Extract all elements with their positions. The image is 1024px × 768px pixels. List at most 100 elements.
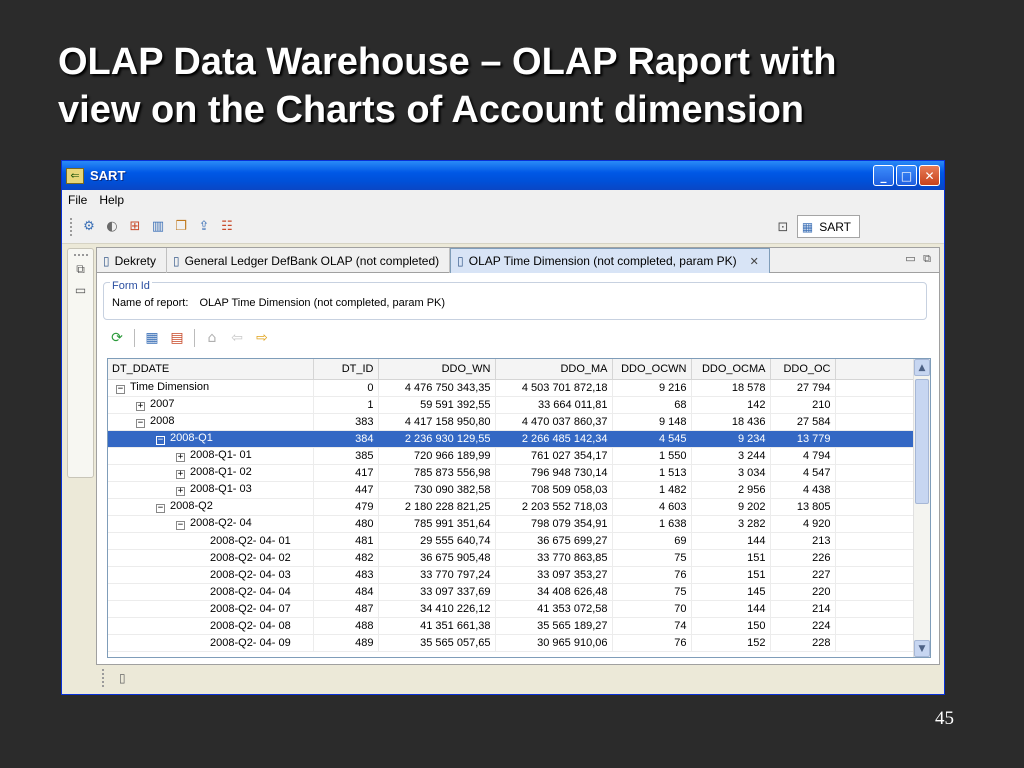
tab-olap-time-dimension[interactable]: ▯ OLAP Time Dimension (not completed, pa… [450,248,770,273]
tree-cell[interactable]: −2008-Q2 [108,498,314,516]
tree-cell[interactable]: +2008-Q1- 02 [108,464,314,482]
scroll-down-icon[interactable]: ▼ [914,640,930,657]
tree-structure-icon[interactable]: ⊞ [125,218,145,236]
table-row[interactable]: 2008-Q2- 04- 07 487 34 410 226,12 41 353 07… [108,600,915,618]
tree-cell[interactable]: − Time Dimension [108,379,314,397]
gear-icon[interactable]: ⚙ [79,218,99,236]
table-cell: 3 282 [691,515,771,533]
collapse-icon[interactable]: − [156,436,165,445]
tree-cell[interactable]: 2008-Q2- 04- 02 [108,549,314,567]
collapse-icon[interactable]: − [176,521,185,530]
tab-general-ledger[interactable]: ▯ General Ledger DefBank OLAP (not compl… [167,248,451,273]
tree-cell[interactable]: −2008-Q2- 04 [108,515,314,533]
slide-title-line-1: OLAP Data Warehouse – OLAP Raport with [58,41,837,83]
columns-icon[interactable]: ▥ [148,218,168,236]
table-cell: 33 097 337,69 [378,583,496,601]
tree-cell[interactable]: −2008 [108,413,314,431]
vertical-scrollbar[interactable]: ▲ ▼ [913,359,930,657]
column-header[interactable]: DT_DDATE [108,359,314,380]
window-titlebar[interactable]: ⇐ SART _ □ ✕ [62,161,944,190]
tree-cell[interactable]: +2007 [108,396,314,414]
tree-cell[interactable]: −2008-Q1 [108,430,314,448]
maximize-view-icon[interactable]: ⧉ [923,252,931,265]
tree-cell[interactable]: 2008-Q2- 04- 01 [108,532,314,550]
fast-view-icon[interactable]: ▯ [119,671,126,685]
table-row[interactable]: +2008-Q1- 03 447 730 090 382,58 708 509 058… [108,481,915,499]
scroll-up-icon[interactable]: ▲ [914,359,930,376]
table-row[interactable]: 2008-Q2- 04- 08 488 41 351 661,38 35 565 18… [108,617,915,635]
gif-icon[interactable]: ◐ [102,218,122,236]
collapse-icon[interactable]: − [116,385,125,394]
column-header[interactable]: DDO_MA [495,359,613,380]
table-cell-filler [835,447,915,465]
tree-cell[interactable]: +2008-Q1- 01 [108,447,314,465]
column-header[interactable]: DDO_OC [770,359,836,380]
table-cell: 27 584 [770,413,836,431]
home-icon[interactable]: ⌂ [202,328,222,348]
column-header[interactable]: DDO_OCMA [691,359,771,380]
expand-icon[interactable]: + [136,402,145,411]
view-icon[interactable]: ▭ [68,283,93,297]
forward-arrow-icon[interactable]: ⇨ [252,328,272,348]
minimize-icon[interactable]: _ [873,165,894,186]
tree-cell[interactable]: 2008-Q2- 04- 04 [108,583,314,601]
close-icon[interactable]: ✕ [919,165,940,186]
tree-cell[interactable]: 2008-Q2- 04- 03 [108,566,314,584]
menu-file[interactable]: File [68,193,87,207]
tree-node-label: 2008 [150,415,175,427]
expand-icon[interactable]: + [176,453,185,462]
chart-view-icon[interactable]: ▤ [167,328,187,348]
collapse-icon[interactable]: − [156,504,165,513]
table-row[interactable]: +2008-Q1- 02 417 785 873 556,98 796 948 730… [108,464,915,482]
table-row[interactable]: 2008-Q2- 04- 03 483 33 770 797,24 33 097 35… [108,566,915,584]
report-name-value: OLAP Time Dimension (not completed, para… [199,297,446,309]
table-row[interactable]: +2008-Q1- 01 385 720 966 189,99 761 027 354… [108,447,915,465]
table-cell: 75 [612,583,692,601]
table-row[interactable]: −2008-Q1 384 2 236 930 129,55 2 266 485 142… [108,430,915,448]
open-perspective-icon[interactable]: ⊡ [773,218,793,236]
tab-dekrety[interactable]: ▯ Dekrety [97,248,167,273]
tab-close-icon[interactable]: ✕ [750,255,759,268]
table-cell: 41 353 072,58 [495,600,613,618]
table-cell: 9 202 [691,498,771,516]
maximize-icon[interactable]: □ [896,165,917,186]
table-cell-filler [835,481,915,499]
menu-file-label: File [68,193,88,207]
table-row[interactable]: 2008-Q2- 04- 02 482 36 675 905,48 33 770 86… [108,549,915,567]
refresh-icon[interactable]: ⟳ [107,328,127,348]
expand-icon[interactable]: + [176,470,185,479]
tree-cell[interactable]: 2008-Q2- 04- 09 [108,634,314,652]
perspective-button[interactable]: ▦ SART [796,215,860,238]
back-arrow-icon[interactable]: ⇦ [227,328,247,348]
table-row[interactable]: − Time Dimension 0 4 476 750 343,35 4 503 70… [108,379,915,397]
table-row[interactable]: +2007 1 59 591 392,55 33 664 011,81 68 142 210 [108,396,915,414]
table-cell: 33 770 863,85 [495,549,613,567]
tree-cell[interactable]: 2008-Q2- 04- 07 [108,600,314,618]
table-cell: 18 578 [691,379,771,397]
minimize-view-icon[interactable]: ▭ [905,252,915,265]
tree-cell[interactable]: 2008-Q2- 04- 08 [108,617,314,635]
table-row[interactable]: −2008 383 4 417 158 950,80 4 470 037 860,37… [108,413,915,431]
export-icon[interactable]: ⇪ [194,218,214,236]
column-header[interactable]: DT_ID [313,359,379,380]
settings-list-icon[interactable]: ☷ [217,218,237,236]
table-row[interactable]: 2008-Q2- 04- 01 481 29 555 640,74 36 675 69… [108,532,915,550]
column-header[interactable]: DDO_OCWN [612,359,692,380]
table-row[interactable]: −2008-Q2- 04 480 785 991 351,64 798 079 354… [108,515,915,533]
table-row[interactable]: −2008-Q2 479 2 180 228 821,25 2 203 552 718… [108,498,915,516]
table-row[interactable]: 2008-Q2- 04- 04 484 33 097 337,69 34 408 62… [108,583,915,601]
collapse-icon[interactable]: − [136,419,145,428]
scroll-thumb[interactable] [915,379,929,504]
column-header[interactable]: DDO_WN [378,359,496,380]
tree-node-label: 2008-Q1 [170,432,213,444]
documents-icon[interactable]: ❐ [171,218,191,236]
table-cell: 13 805 [770,498,836,516]
restore-icon[interactable]: ⧉ [68,262,93,277]
tree-cell[interactable]: +2008-Q1- 03 [108,481,314,499]
app-window: ⇐ SART _ □ ✕ File Help ⚙ ◐ ⊞ ▥ ❐ ⇪ ☷ ⊡ ▦… [61,160,945,695]
expand-icon[interactable]: + [176,487,185,496]
table-cell: 33 770 797,24 [378,566,496,584]
grid-view-icon[interactable]: ▦ [142,328,162,348]
menu-help[interactable]: Help [99,193,124,207]
table-row[interactable]: 2008-Q2- 04- 09 489 35 565 057,65 30 965 91… [108,634,915,652]
